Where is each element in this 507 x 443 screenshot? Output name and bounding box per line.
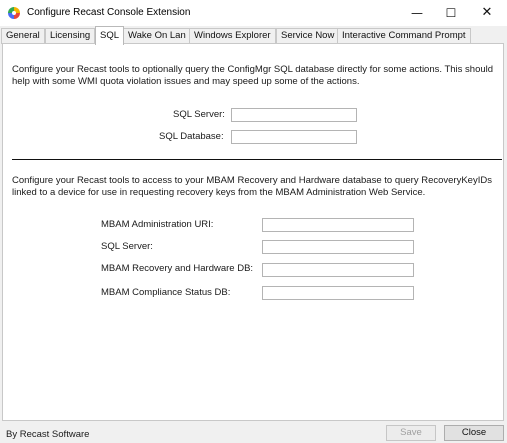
mbam-recovery-db-input[interactable]: [262, 263, 414, 277]
title-bar: Configure Recast Console Extension — ☐ ✕: [0, 0, 507, 26]
tab-windows-explorer[interactable]: Windows Explorer: [189, 28, 276, 44]
mbam-admin-uri-input[interactable]: [262, 218, 414, 232]
tab-wake-on-lan[interactable]: Wake On Lan: [123, 28, 191, 44]
tab-general[interactable]: General: [1, 28, 45, 44]
mbam-sql-server-label: SQL Server:: [101, 241, 153, 252]
close-button[interactable]: Close: [444, 425, 504, 441]
mbam-admin-uri-label: MBAM Administration URI:: [101, 219, 214, 230]
mbam-sql-server-input[interactable]: [262, 240, 414, 254]
sql-server-label: SQL Server:: [173, 109, 225, 120]
tab-service-now[interactable]: Service Now: [276, 28, 340, 44]
minimize-button[interactable]: —: [400, 0, 434, 26]
tab-sql[interactable]: SQL: [95, 26, 125, 45]
maximize-button[interactable]: ☐: [434, 0, 468, 26]
mbam-compliance-db-input[interactable]: [262, 286, 414, 300]
sql-server-input[interactable]: [231, 108, 357, 122]
window-title: Configure Recast Console Extension: [27, 7, 191, 18]
brand-footer: By Recast Software: [6, 429, 90, 440]
tab-strip: General Licensing SQL Wake On Lan Window…: [0, 26, 507, 45]
sql-database-input[interactable]: [231, 130, 357, 144]
app-logo-icon: [8, 7, 20, 19]
tab-licensing[interactable]: Licensing: [45, 28, 96, 44]
sql-database-label: SQL Database:: [159, 131, 224, 142]
tab-interactive-command-prompt[interactable]: Interactive Command Prompt: [337, 28, 471, 44]
sql-description: Configure your Recast tools to optionall…: [12, 64, 494, 87]
section-divider: [12, 159, 502, 160]
mbam-description: Configure your Recast tools to access to…: [12, 175, 492, 198]
sql-tab-panel: [2, 43, 504, 421]
close-window-button[interactable]: ✕: [470, 0, 504, 26]
mbam-compliance-db-label: MBAM Compliance Status DB:: [101, 287, 231, 298]
mbam-recovery-db-label: MBAM Recovery and Hardware DB:: [101, 263, 254, 274]
save-button[interactable]: Save: [386, 425, 436, 441]
